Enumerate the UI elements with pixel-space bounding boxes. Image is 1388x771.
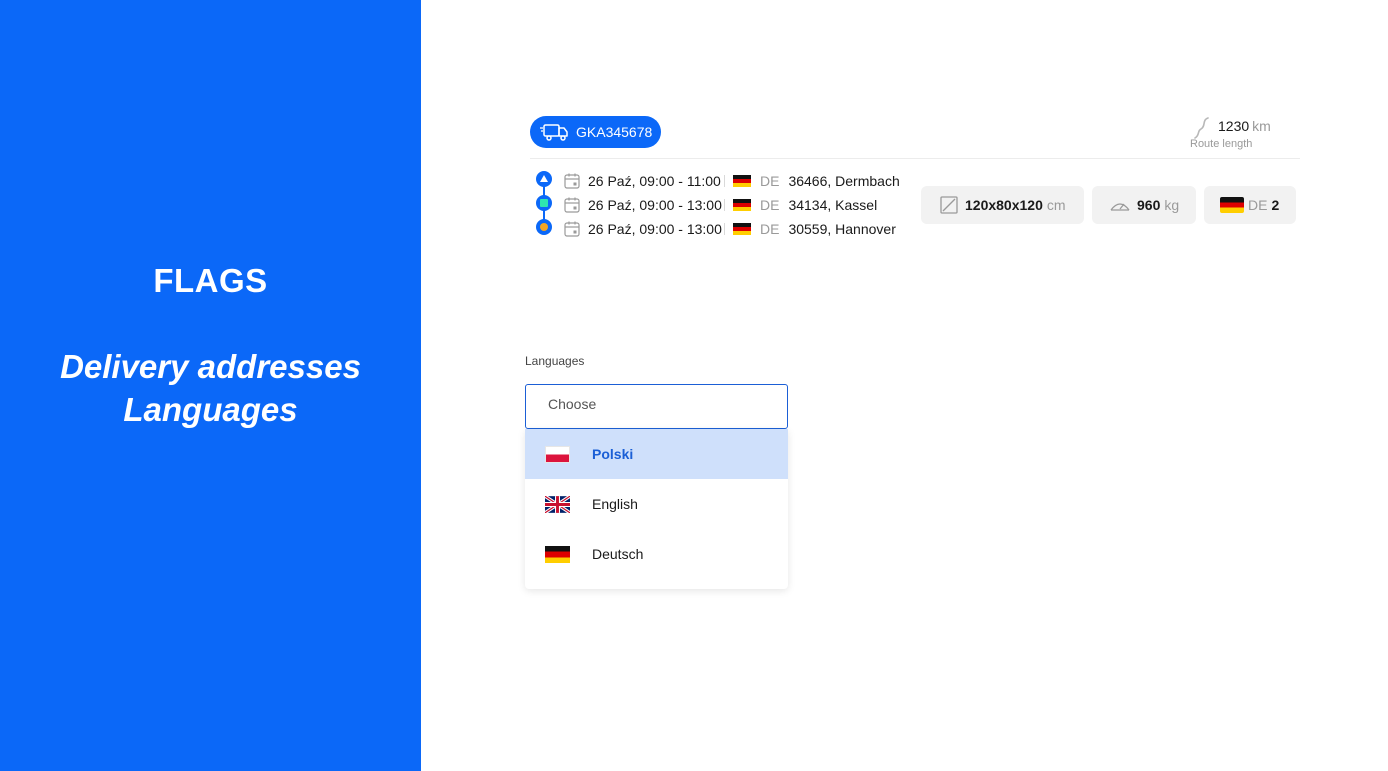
stop-country: DE bbox=[760, 173, 780, 189]
calendar-icon bbox=[564, 221, 580, 237]
route-length-label: Route length bbox=[1190, 138, 1253, 150]
countries-code: DE bbox=[1248, 197, 1268, 213]
languages-label: Languages bbox=[525, 354, 585, 368]
stop-datetime: 26 Paź, 09:00 - 11:00 bbox=[588, 173, 721, 189]
de-flag-icon bbox=[1220, 197, 1244, 213]
countries-count: 2 bbox=[1271, 197, 1280, 213]
calendar-icon bbox=[564, 173, 580, 189]
route-length: 1230 km Route length bbox=[1188, 116, 1298, 156]
calendar-icon bbox=[564, 197, 580, 213]
panel-title: FLAGS bbox=[153, 262, 268, 299]
dimensions-pill: 120x80x120 cm bbox=[921, 186, 1084, 224]
gb-flag-icon bbox=[545, 495, 570, 513]
separator bbox=[724, 175, 725, 187]
language-option-deutsch[interactable]: Deutsch bbox=[525, 529, 788, 579]
route-icon bbox=[1194, 117, 1209, 139]
pl-flag-icon bbox=[545, 445, 570, 463]
stop-address: 30559, Hannover bbox=[788, 221, 896, 237]
separator bbox=[724, 223, 725, 235]
stop-address: 36466, Dermbach bbox=[788, 173, 900, 189]
language-option-label: Deutsch bbox=[592, 546, 644, 562]
languages-select[interactable]: Choose bbox=[525, 384, 788, 429]
separator bbox=[724, 199, 725, 211]
weight-value: 960 bbox=[1137, 197, 1161, 213]
language-option-polski[interactable]: Polski bbox=[525, 429, 788, 479]
de-flag-icon bbox=[733, 199, 751, 211]
de-flag-icon bbox=[733, 223, 751, 235]
stop-row: 26 Paź, 09:00 - 13:00 DE 30559, Hannover bbox=[563, 219, 896, 239]
stop-datetime: 26 Paź, 09:00 - 13:00 bbox=[588, 197, 722, 213]
weight-unit: kg bbox=[1164, 197, 1180, 213]
languages-dropdown: Polski English Deutsch bbox=[525, 429, 788, 589]
dimensions-icon bbox=[940, 196, 958, 214]
stop-country: DE bbox=[760, 197, 780, 213]
panel-subtitle-delivery: Delivery addresses bbox=[60, 348, 361, 385]
dimensions-value: 120x80x120 bbox=[965, 197, 1043, 213]
dimensions-unit: cm bbox=[1046, 197, 1066, 213]
panel-subtitle-languages: Languages bbox=[123, 391, 298, 428]
route-card[interactable]: GKA345678 1230 km Route length 26 Paź, 09… bbox=[530, 116, 1300, 246]
route-timeline bbox=[535, 171, 553, 243]
language-option-label: English bbox=[592, 496, 638, 512]
card-divider bbox=[530, 158, 1300, 159]
end-marker-icon bbox=[536, 219, 552, 235]
route-length-unit: km bbox=[1252, 118, 1271, 134]
start-marker-icon bbox=[536, 171, 552, 187]
language-option-label: Polski bbox=[592, 446, 634, 462]
stop-row: 26 Paź, 09:00 - 11:00 DE 36466, Dermbach bbox=[563, 171, 900, 191]
stop-country: DE bbox=[760, 221, 780, 237]
de-flag-icon bbox=[545, 545, 570, 563]
vehicle-badge[interactable]: GKA345678 bbox=[530, 116, 661, 148]
weight-icon bbox=[1110, 203, 1130, 211]
vehicle-plate: GKA345678 bbox=[576, 124, 653, 140]
truck-icon bbox=[540, 124, 568, 141]
stop-datetime: 26 Paź, 09:00 - 13:00 bbox=[588, 221, 722, 237]
route-length-value: 1230 bbox=[1218, 118, 1250, 134]
de-flag-icon bbox=[733, 175, 751, 187]
waypoint-marker-icon bbox=[536, 195, 552, 211]
left-info-panel: FLAGS Delivery addresses Languages bbox=[0, 0, 421, 771]
weight-pill: 960 kg bbox=[1092, 186, 1196, 224]
language-option-english[interactable]: English bbox=[525, 479, 788, 529]
stop-address: 34134, Kassel bbox=[788, 197, 878, 213]
stop-row: 26 Paź, 09:00 - 13:00 DE 34134, Kassel bbox=[563, 195, 877, 215]
countries-pill: DE 2 bbox=[1204, 186, 1296, 224]
